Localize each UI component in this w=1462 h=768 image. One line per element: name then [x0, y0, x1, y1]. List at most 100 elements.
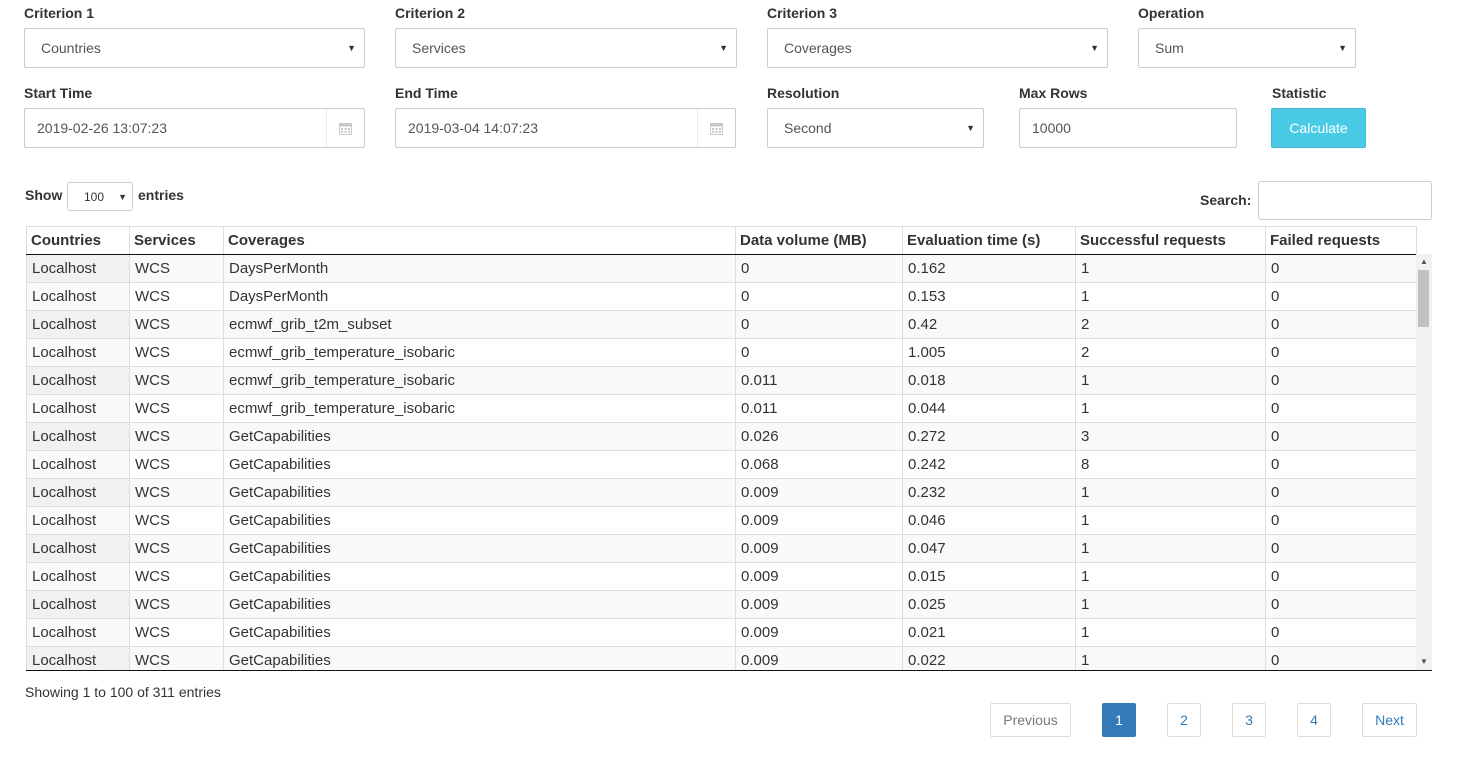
table-cell: 0 — [735, 282, 903, 311]
calendar-icon[interactable] — [326, 109, 364, 147]
table-cell: WCS — [129, 450, 224, 479]
table-cell: 1 — [1075, 562, 1266, 591]
table-row: Localhost WCS GetCapabilities 0.009 0.047 1 0 — [26, 534, 1417, 563]
table-cell: WCS — [129, 394, 224, 423]
table-cell: 2 — [1075, 310, 1266, 339]
table-row: Localhost WCS GetCapabilities 0.009 0.021 1 0 — [26, 618, 1417, 647]
caret-down-icon: ▼ — [719, 43, 728, 53]
column-header[interactable]: Services — [129, 226, 224, 255]
table-cell: Localhost — [26, 562, 130, 591]
table-cell: 0 — [735, 254, 903, 283]
table-cell: 1 — [1075, 506, 1266, 535]
start-time-input[interactable]: 2019-02-26 13:07:23 — [24, 108, 365, 148]
table-cell: WCS — [129, 338, 224, 367]
table-row: Localhost WCS GetCapabilities 0.068 0.242 8 0 — [26, 450, 1417, 479]
table-cell: ecmwf_grib_temperature_isobaric — [223, 394, 736, 423]
table-cell: Localhost — [26, 618, 130, 647]
page-button[interactable]: 3 — [1232, 703, 1266, 737]
criterion3-label: Criterion 3 — [767, 5, 838, 21]
resolution-select[interactable]: Second ▼ — [767, 108, 984, 148]
table-cell: 1 — [1075, 478, 1266, 507]
table-cell: WCS — [129, 562, 224, 591]
table-cell: 0.021 — [902, 618, 1076, 647]
end-time-value: 2019-03-04 14:07:23 — [408, 120, 538, 136]
page-button[interactable]: 1 — [1102, 703, 1136, 737]
scroll-up-icon[interactable]: ▲ — [1416, 256, 1432, 268]
search-input[interactable] — [1258, 181, 1432, 220]
resolution-value: Second — [784, 120, 832, 136]
operation-label: Operation — [1138, 5, 1205, 21]
criterion2-select[interactable]: Services ▼ — [395, 28, 737, 68]
table-row: Localhost WCS DaysPerMonth 0 0.153 1 0 — [26, 282, 1417, 311]
start-time-value: 2019-02-26 13:07:23 — [37, 120, 167, 136]
table-row: Localhost WCS GetCapabilities 0.009 0.015 1 0 — [26, 562, 1417, 591]
table-cell: 0.009 — [735, 506, 903, 535]
table-cell: 8 — [1075, 450, 1266, 479]
table-cell: 0 — [1265, 282, 1417, 311]
table-row: Localhost WCS GetCapabilities 0.009 0.022 1 0 — [26, 646, 1417, 670]
table-cell: GetCapabilities — [223, 450, 736, 479]
calculate-button[interactable]: Calculate — [1271, 108, 1366, 148]
table-cell: 0.009 — [735, 562, 903, 591]
caret-down-icon: ▼ — [1090, 43, 1099, 53]
table-cell: Localhost — [26, 394, 130, 423]
entries-value: 100 — [84, 190, 105, 204]
column-header[interactable]: Successful requests — [1075, 226, 1266, 255]
operation-select[interactable]: Sum ▼ — [1138, 28, 1356, 68]
table-cell: 0 — [1265, 646, 1417, 670]
page-button[interactable]: 2 — [1167, 703, 1201, 737]
table-cell: DaysPerMonth — [223, 282, 736, 311]
table-cell: Localhost — [26, 366, 130, 395]
max-rows-input[interactable]: 10000 — [1019, 108, 1237, 148]
column-header[interactable]: Failed requests — [1265, 226, 1417, 255]
table-cell: ecmwf_grib_temperature_isobaric — [223, 338, 736, 367]
table-cell: Localhost — [26, 478, 130, 507]
column-header[interactable]: Coverages — [223, 226, 736, 255]
table-cell: 0.068 — [735, 450, 903, 479]
table-cell: WCS — [129, 366, 224, 395]
table-cell: 1 — [1075, 646, 1266, 670]
table-cell: GetCapabilities — [223, 646, 736, 670]
table-cell: 0.026 — [735, 422, 903, 451]
column-header[interactable]: Data volume (MB) — [735, 226, 903, 255]
table-cell: 0.42 — [902, 310, 1076, 339]
table-cell: 0.044 — [902, 394, 1076, 423]
column-header[interactable]: Countries — [26, 226, 130, 255]
table-cell: GetCapabilities — [223, 478, 736, 507]
table-cell: WCS — [129, 618, 224, 647]
next-button[interactable]: Next — [1362, 703, 1417, 737]
table-cell: 0 — [1265, 394, 1417, 423]
scroll-down-icon[interactable]: ▼ — [1416, 656, 1432, 668]
table-cell: 0.015 — [902, 562, 1076, 591]
entries-label: entries — [138, 187, 184, 203]
criterion3-select[interactable]: Coverages ▼ — [767, 28, 1108, 68]
caret-down-icon: ▼ — [347, 43, 356, 53]
table-cell: WCS — [129, 534, 224, 563]
criterion1-select[interactable]: Countries ▼ — [24, 28, 365, 68]
calendar-icon[interactable] — [697, 109, 735, 147]
table-scrollbar[interactable]: ▲ ▼ — [1416, 254, 1432, 670]
table-cell: 0 — [1265, 254, 1417, 283]
table-cell: 0.009 — [735, 534, 903, 563]
previous-button[interactable]: Previous — [990, 703, 1071, 737]
table-cell: GetCapabilities — [223, 562, 736, 591]
criterion1-value: Countries — [41, 40, 101, 56]
table-cell: 0.009 — [735, 618, 903, 647]
table-row: Localhost WCS GetCapabilities 0.009 0.046 1 0 — [26, 506, 1417, 535]
table-cell: 0 — [1265, 478, 1417, 507]
entries-select[interactable]: 100 ▼ — [67, 182, 133, 211]
table-header-row: Countries Services Coverages Data volume… — [26, 226, 1417, 255]
table-row: Localhost WCS GetCapabilities 0.009 0.025 1 0 — [26, 590, 1417, 619]
end-time-input[interactable]: 2019-03-04 14:07:23 — [395, 108, 736, 148]
table-cell: 0 — [1265, 534, 1417, 563]
table-cell: WCS — [129, 506, 224, 535]
table-cell: Localhost — [26, 338, 130, 367]
scrollbar-thumb[interactable] — [1418, 270, 1429, 327]
table-cell: 0 — [735, 310, 903, 339]
page-button[interactable]: 4 — [1297, 703, 1331, 737]
table-cell: Localhost — [26, 534, 130, 563]
column-header[interactable]: Evaluation time (s) — [902, 226, 1076, 255]
table-row: Localhost WCS ecmwf_grib_t2m_subset 0 0.42 2 0 — [26, 310, 1417, 339]
table-cell: 0 — [1265, 310, 1417, 339]
table-cell: 0 — [1265, 590, 1417, 619]
